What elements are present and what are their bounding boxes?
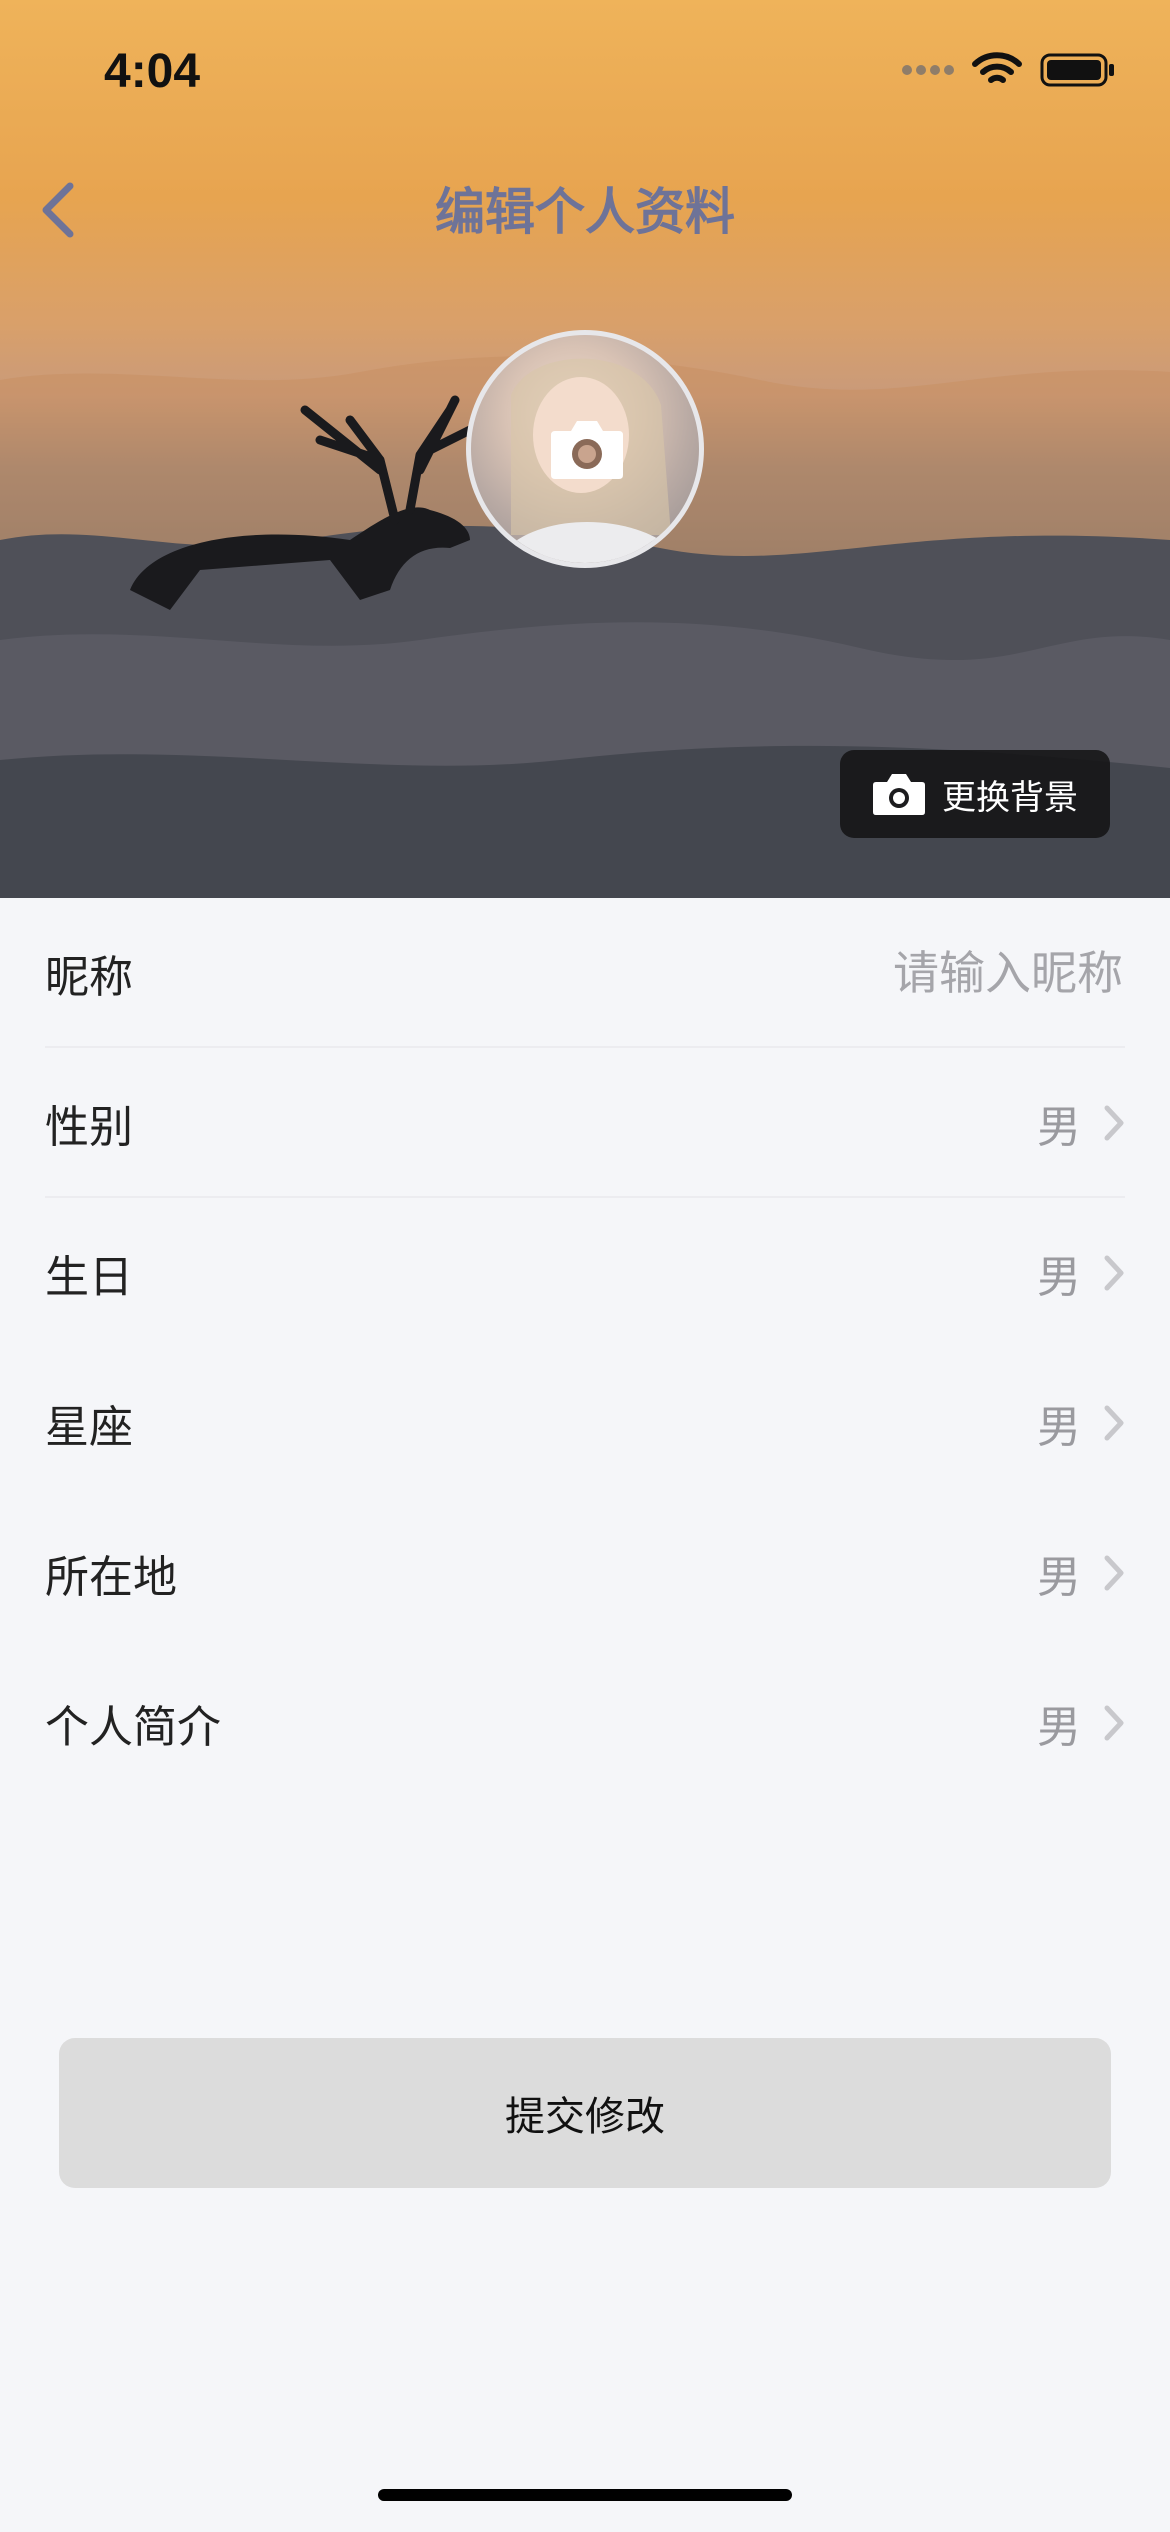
nickname-input[interactable] xyxy=(621,945,1125,1001)
chevron-right-icon xyxy=(1104,1255,1124,1291)
signal-icon xyxy=(902,65,954,75)
bio-row[interactable]: 个人简介 男 xyxy=(45,1648,1125,1798)
chevron-right-icon xyxy=(1104,1705,1124,1741)
birthday-label: 生日 xyxy=(45,1252,133,1303)
chevron-right-icon xyxy=(1104,1105,1124,1141)
zodiac-row[interactable]: 星座 男 xyxy=(45,1348,1125,1498)
page-title: 编辑个人资料 xyxy=(435,183,735,241)
nickname-label: 昵称 xyxy=(45,952,133,1003)
zodiac-label: 星座 xyxy=(45,1402,133,1453)
location-value: 男 xyxy=(1037,1552,1081,1603)
change-background-button[interactable]: 更换背景 xyxy=(840,750,1110,838)
bio-value: 男 xyxy=(1037,1702,1081,1753)
location-label: 所在地 xyxy=(45,1552,177,1603)
zodiac-value: 男 xyxy=(1037,1402,1081,1453)
avatar[interactable] xyxy=(466,330,704,568)
birthday-value: 男 xyxy=(1037,1252,1081,1303)
birthday-row[interactable]: 生日 男 xyxy=(45,1198,1125,1348)
gender-label: 性别 xyxy=(45,1102,133,1153)
gender-row[interactable]: 性别 男 xyxy=(45,1048,1125,1198)
profile-form: 昵称 性别 男 生日 男 星座 男 所在地 男 xyxy=(0,898,1170,1798)
chevron-right-icon xyxy=(1104,1405,1124,1441)
nickname-row: 昵称 xyxy=(45,898,1125,1048)
wifi-icon xyxy=(972,52,1022,83)
status-icons xyxy=(902,50,1116,90)
gender-value: 男 xyxy=(1037,1102,1081,1153)
profile-background: 4:04 编辑个人资料 更换背景 xyxy=(0,0,1170,898)
status-time: 4:04 xyxy=(104,45,201,98)
camera-icon xyxy=(551,421,623,479)
home-indicator xyxy=(378,2489,792,2501)
chevron-right-icon xyxy=(1104,1555,1124,1591)
location-row[interactable]: 所在地 男 xyxy=(45,1498,1125,1648)
bio-label: 个人简介 xyxy=(45,1702,221,1753)
change-background-label: 更换背景 xyxy=(942,777,1078,818)
camera-icon xyxy=(873,774,925,815)
submit-button[interactable]: 提交修改 xyxy=(59,2038,1111,2188)
battery-icon xyxy=(1040,53,1114,87)
